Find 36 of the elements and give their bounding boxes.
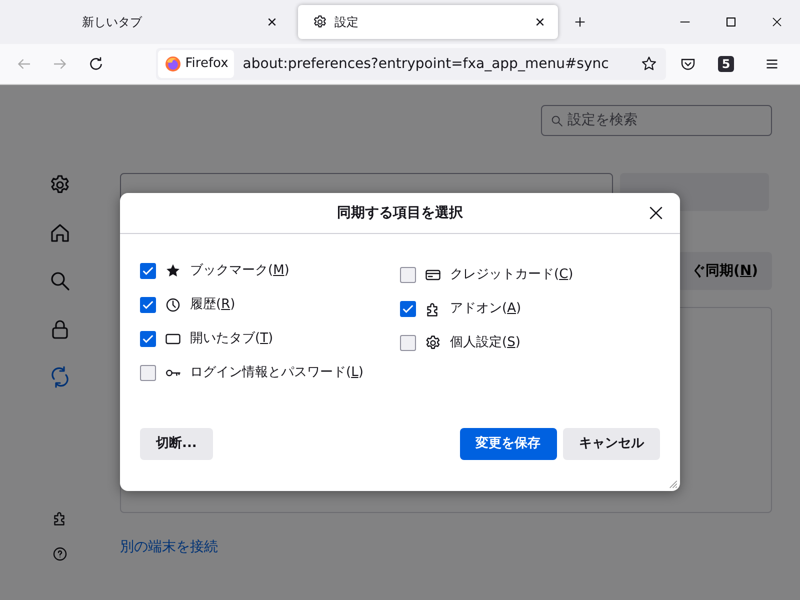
sync-now-button[interactable]: ぐ同期(N) <box>677 252 772 290</box>
help-icon[interactable] <box>51 545 69 563</box>
reload-icon[interactable] <box>87 55 105 73</box>
tab-title: 新しいタブ <box>82 14 143 31</box>
checkbox-label: 開いたタブ(T) <box>190 330 274 348</box>
checkbox-label: 個人設定(S) <box>450 334 520 352</box>
checkbox[interactable] <box>140 297 156 313</box>
disconnect-button[interactable]: 切断... <box>140 428 213 460</box>
browser-tab[interactable]: 設定 <box>298 5 558 39</box>
checkbox[interactable] <box>400 301 416 317</box>
checkbox[interactable] <box>140 263 156 279</box>
gear-icon <box>424 334 442 352</box>
checkbox-label: クレジットカード(C) <box>450 266 574 284</box>
checkbox[interactable] <box>400 335 416 351</box>
extension-badge[interactable]: 5 <box>718 56 734 72</box>
tab-title: 設定 <box>334 14 360 31</box>
browser-tab[interactable]: 新しいタブ <box>30 5 290 39</box>
home-icon[interactable] <box>48 221 72 245</box>
identity-label[interactable]: Firefox <box>158 50 234 78</box>
checkbox[interactable] <box>400 267 416 283</box>
url-text[interactable]: about:preferences?entrypoint=fxa_app_menu#sync <box>242 54 640 74</box>
checkbox-label: ブックマーク(M) <box>190 262 290 280</box>
clock-icon <box>164 296 182 314</box>
checkbox-label: 履歴(R) <box>190 296 236 314</box>
gear-icon <box>312 14 328 30</box>
bookmark-star-icon[interactable] <box>640 55 658 73</box>
search-icon <box>550 114 564 128</box>
cancel-button[interactable]: キャンセル <box>563 428 660 460</box>
firefox-logo-icon <box>164 55 182 73</box>
checkbox-label: ログイン情報とパスワード(L) <box>190 364 364 382</box>
dialog-title: 同期する項目を選択 <box>337 204 463 222</box>
checkbox-label: アドオン(A) <box>450 300 522 318</box>
checkbox[interactable] <box>140 331 156 347</box>
checkbox[interactable] <box>140 365 156 381</box>
save-button[interactable]: 変更を保存 <box>460 428 556 460</box>
search-icon[interactable] <box>48 269 72 293</box>
